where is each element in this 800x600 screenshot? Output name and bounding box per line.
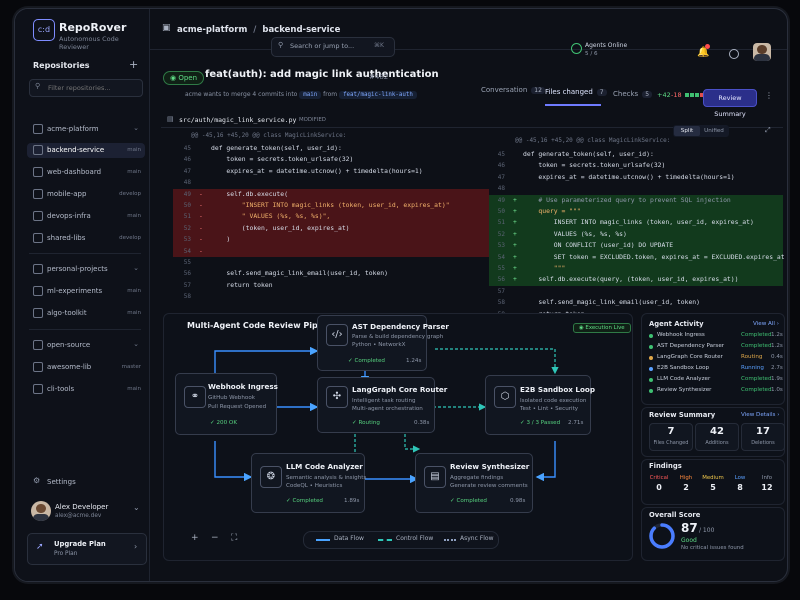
score-note: No critical issues found <box>681 545 744 551</box>
view-all-link[interactable]: View All › <box>753 321 779 327</box>
finding-critical[interactable]: Critical 0 <box>645 475 673 495</box>
finding-medium[interactable]: Medium 5 <box>699 475 727 495</box>
flow-legend: Data Flow Control Flow Async Flow <box>303 531 499 549</box>
findings-title: Findings <box>649 462 682 470</box>
status-dot <box>649 334 653 338</box>
node-webhook-ingress[interactable]: ⚭ Webhook Ingress GitHub Webhook Pull Re… <box>175 373 278 435</box>
score-denominator: / 100 <box>699 527 715 534</box>
node-llm-analyzer[interactable]: ❂ LLM Code Analyzer Semantic analysis & … <box>251 453 366 513</box>
webhook-icon: ⚭ <box>184 386 206 408</box>
status-dot <box>649 378 653 382</box>
review-summary-title: Review Summary <box>649 411 716 419</box>
finding-high[interactable]: High 2 <box>672 475 700 495</box>
additions-stat: 42 Additions <box>695 423 739 451</box>
activity-row[interactable]: Webhook Ingress Completed 1.2s <box>649 331 785 341</box>
agent-activity-title: Agent Activity <box>649 320 704 328</box>
document-icon: ▤ <box>424 466 446 488</box>
cube-icon: ⬡ <box>494 386 516 408</box>
activity-row[interactable]: E2B Sandbox Loop Running 2.7s <box>649 364 785 374</box>
status-dot <box>649 389 653 393</box>
app-window: c:d RepoRover Autonomous Code Reviewer R… <box>14 8 788 582</box>
files-changed-stat: 7 Files Changed <box>649 423 693 451</box>
node-sandbox-loop[interactable]: ⬡ E2B Sandbox Loop Isolated code executi… <box>485 375 595 435</box>
data-flow-swatch <box>316 539 330 541</box>
node-ast-parser[interactable]: ‹/› AST Dependency Parser Parse & build … <box>317 315 449 371</box>
activity-row[interactable]: LangGraph Core Router Routing 0.4s <box>649 353 785 363</box>
view-details-link[interactable]: View Details › <box>741 412 779 418</box>
status-dot <box>649 356 653 360</box>
finding-low[interactable]: Low 8 <box>726 475 754 495</box>
brain-icon: ❂ <box>260 466 282 488</box>
score-ring-fill <box>649 523 675 549</box>
status-dot <box>649 345 653 349</box>
status-dot <box>649 367 653 371</box>
activity-row[interactable]: Review Synthesizer Completed 1.0s <box>649 386 785 396</box>
score-grade: Good <box>681 537 697 544</box>
deletions-stat: 17 Deletions <box>741 423 785 451</box>
fit-view-button[interactable]: ⛶ <box>231 533 237 543</box>
activity-row[interactable]: AST Dependency Parser Completed 1.2s <box>649 342 785 352</box>
node-core-router[interactable]: ✣ LangGraph Core Router Intelligent task… <box>317 377 447 433</box>
score-value: 87 <box>681 521 698 535</box>
score-ring <box>649 523 675 549</box>
code-icon: ‹/› <box>326 324 348 346</box>
zoom-in-button[interactable]: + <box>191 533 199 543</box>
edge-ast-sandbox <box>435 348 559 375</box>
zoom-out-button[interactable]: − <box>211 533 219 543</box>
overall-score-title: Overall Score <box>649 511 701 519</box>
router-icon: ✣ <box>326 386 348 408</box>
edge-sandbox-synth <box>535 441 556 482</box>
async-flow-swatch <box>444 539 456 541</box>
node-review-synthesizer[interactable]: ▤ Review Synthesizer Aggregate findings … <box>415 453 533 513</box>
activity-row[interactable]: LLM Code Analyzer Completed 1.9s <box>649 375 785 385</box>
edge-webhook-llm <box>214 441 253 482</box>
control-flow-swatch <box>378 539 392 541</box>
finding-info[interactable]: Info 12 <box>753 475 781 495</box>
